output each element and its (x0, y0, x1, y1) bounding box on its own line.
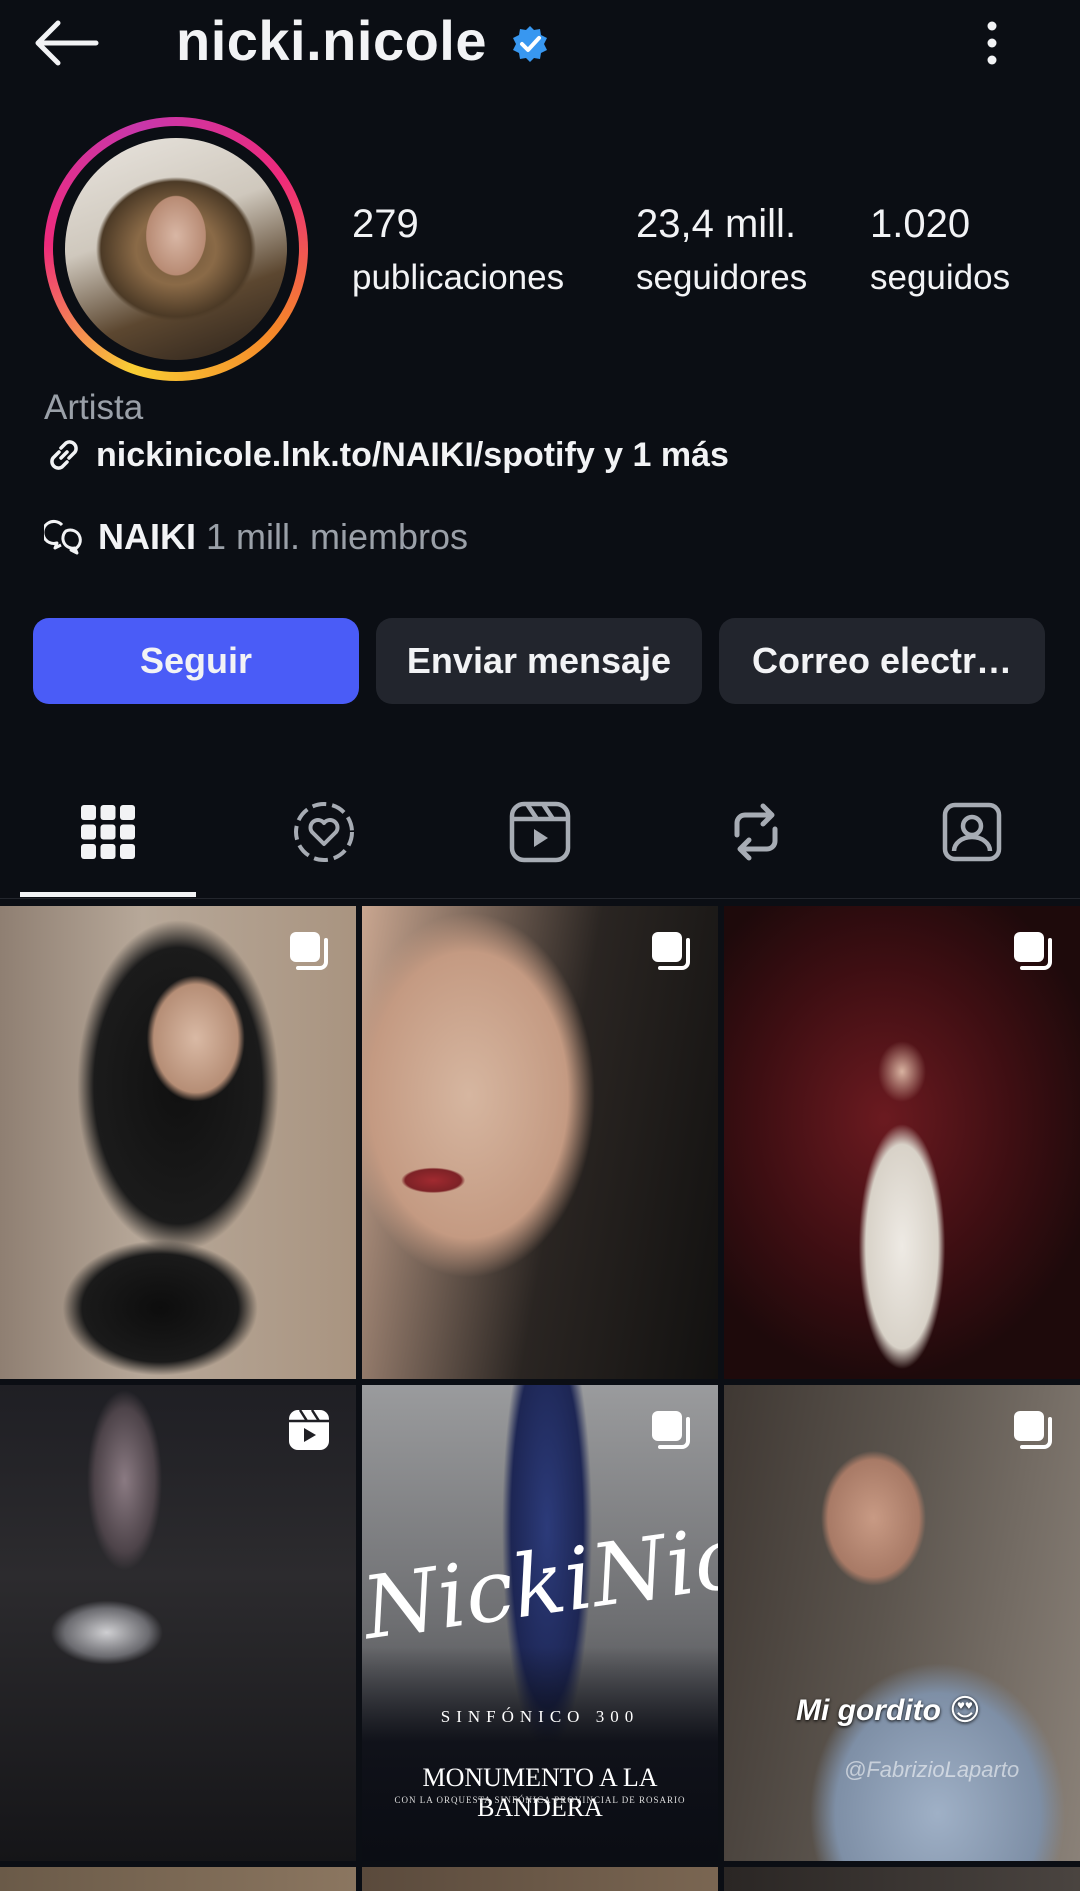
carousel-icon (1014, 1411, 1052, 1449)
followers-count[interactable]: 23,4 mill. (636, 202, 796, 247)
channel-name: NAIKI (98, 516, 196, 557)
tabs-divider (0, 898, 1080, 899)
post-thumbnail[interactable] (0, 1385, 356, 1861)
post-thumbnail[interactable] (362, 906, 718, 1379)
post-thumbnail[interactable] (0, 906, 356, 1379)
more-options-button[interactable] (975, 18, 1009, 68)
post-headline: MONUMENTO A LA BANDERA (422, 1763, 658, 1822)
followers-label[interactable]: seguidores (636, 258, 807, 298)
grid-icon (81, 805, 135, 859)
post-footnote: CON LA ORQUESTA SINFÓNICA PROVINCIAL DE … (394, 1795, 686, 1805)
tab-grid[interactable] (68, 795, 148, 869)
carousel-icon (652, 932, 690, 970)
post-thumbnail[interactable] (362, 1867, 718, 1891)
broadcast-channel[interactable]: NAIKI 1 mill. miembros (44, 515, 468, 559)
post-thumbnail[interactable] (724, 906, 1080, 1379)
carousel-icon (652, 1411, 690, 1449)
avatar-image (65, 138, 287, 360)
carousel-icon (1014, 932, 1052, 970)
post-subtitle: SINFÓNICO 300 (440, 1707, 640, 1726)
post-thumbnail[interactable] (724, 1867, 1080, 1891)
post-title: NickiNicole (362, 1489, 718, 1660)
reels-icon (509, 801, 571, 863)
collab-heart-icon (294, 802, 354, 862)
active-tab-indicator (20, 892, 196, 897)
more-vertical-icon (987, 21, 997, 65)
reels-icon (289, 1409, 329, 1450)
post-thumbnail[interactable]: Mi gordito 😍 @FabrizioLaparto (724, 1385, 1080, 1861)
channel-chat-icon (44, 519, 82, 555)
back-button[interactable] (30, 18, 100, 68)
profile-category: Artista (44, 388, 144, 427)
reposts-icon (734, 803, 778, 861)
following-count[interactable]: 1.020 (870, 202, 970, 247)
verified-badge-icon (510, 24, 550, 64)
following-label[interactable]: seguidos (870, 258, 1010, 298)
channel-members: 1 mill. miembros (206, 516, 469, 557)
tab-reels[interactable] (500, 795, 580, 869)
profile-avatar[interactable] (44, 117, 308, 381)
tab-reposts[interactable] (716, 795, 796, 869)
carousel-icon (290, 932, 328, 970)
follow-button[interactable]: Seguir (33, 618, 359, 704)
link-icon (50, 440, 78, 470)
post-thumbnail[interactable]: NickiNicole SINFÓNICO 300 MONUMENTO A LA… (362, 1385, 718, 1861)
post-thumbnail[interactable] (0, 1867, 356, 1891)
profile-username: nicki.nicole (176, 9, 487, 72)
message-button[interactable]: Enviar mensaje (376, 618, 702, 704)
post-caption: Mi gordito 😍 (796, 1694, 981, 1727)
tab-tagged[interactable] (932, 795, 1012, 869)
tab-collabs[interactable] (284, 795, 364, 869)
bio-link-text: nickinicole.lnk.to/NAIKI/spotify y 1 más (96, 435, 729, 474)
posts-count[interactable]: 279 (352, 202, 419, 247)
arrow-left-icon (35, 20, 99, 66)
email-button[interactable]: Correo electr… (719, 618, 1045, 704)
posts-label[interactable]: publicaciones (352, 258, 564, 298)
post-credit: @FabrizioLaparto (844, 1757, 1020, 1782)
tagged-icon (942, 802, 1002, 862)
bio-link[interactable]: nickinicole.lnk.to/NAIKI/spotify y 1 más (44, 435, 729, 475)
